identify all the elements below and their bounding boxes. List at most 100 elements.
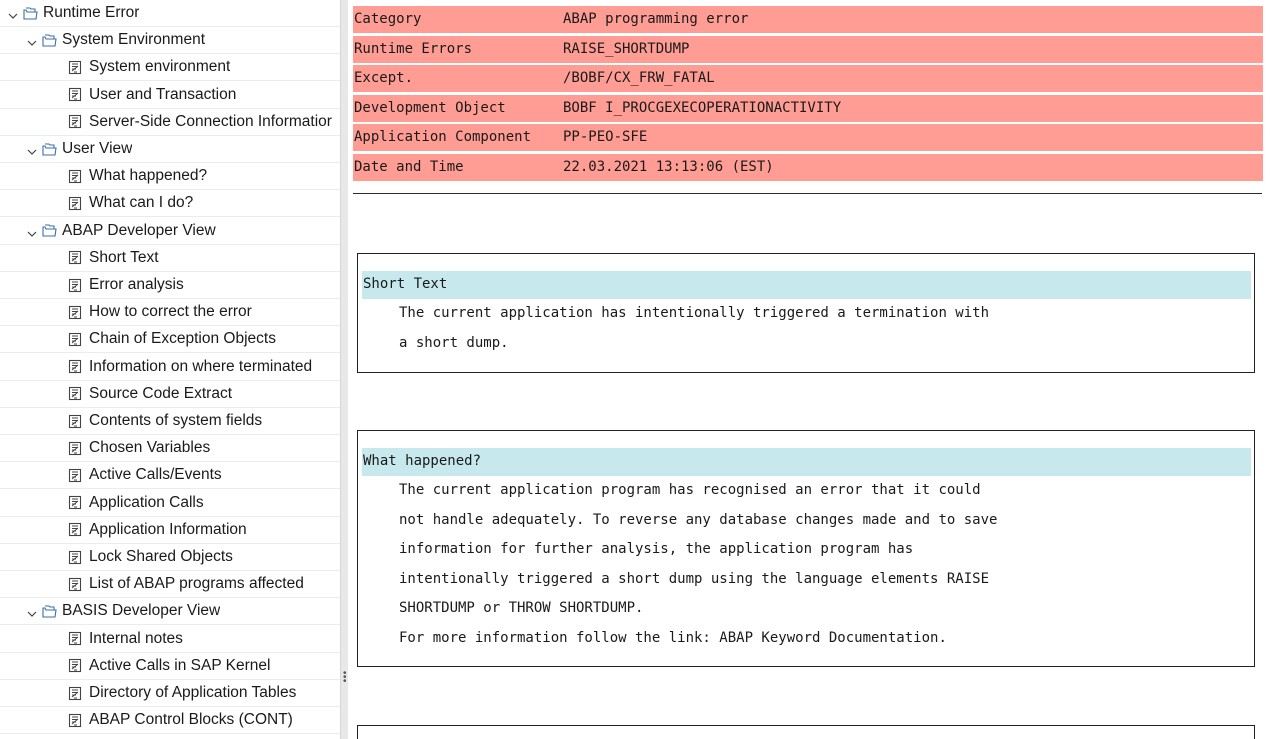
- section-box: Short Text The current application has in…: [357, 253, 1255, 373]
- document-icon: [68, 414, 82, 429]
- document-icon: [68, 386, 82, 401]
- tree-item-label: ABAP Control Blocks (CONT): [89, 711, 293, 729]
- header-value: BOBF I_PROCGEXECOPERATIONACTIVITY: [563, 99, 842, 116]
- tree-item-label: Application Information: [89, 520, 247, 538]
- pane-splitter[interactable]: • • •: [340, 0, 348, 739]
- chevron-down-icon[interactable]: [27, 144, 37, 155]
- header-key: Category: [354, 11, 422, 27]
- header-row: Date and Time 22.03.2021 13:13:06 (EST): [353, 153, 1263, 181]
- tree-item[interactable]: ABAP Control Blocks (CONT): [0, 707, 340, 735]
- document-icon: [68, 278, 82, 293]
- dump-content: Category ABAP programming error Runtime Er…: [348, 0, 1278, 739]
- header-key: Development Object: [354, 99, 506, 116]
- document-icon: [68, 60, 82, 75]
- document-icon: [68, 305, 82, 320]
- tree-item[interactable]: Internal notes: [0, 626, 340, 653]
- folder-open-icon: [42, 142, 57, 156]
- tree-item-label: Directory of Application Tables: [89, 684, 297, 701]
- tree-item-label: User and Transaction: [89, 85, 237, 103]
- tree-item-label: Short Text: [89, 248, 159, 266]
- section-title: What happened?: [363, 453, 482, 469]
- navigation-tree: Runtime Error System Environment System en…: [0, 0, 340, 739]
- tree-item[interactable]: Runtime Error: [0, 0, 340, 27]
- tree-item[interactable]: Error analysis: [0, 272, 340, 299]
- tree-item[interactable]: How to correct the error: [0, 299, 340, 327]
- document-icon: [68, 359, 82, 374]
- section-text-line: For more information follow the link: AB…: [399, 629, 947, 646]
- header-value: 22.03.2021 13:13:06 (EST): [563, 158, 774, 175]
- tree-item-label: BASIS Developer View: [62, 602, 221, 620]
- tree-item-label: Chosen Variables: [89, 439, 211, 457]
- header-value: PP-PEO-SFE: [563, 129, 648, 145]
- header-key: Except.: [354, 70, 414, 86]
- tree-item[interactable]: Source Code Extract: [0, 381, 340, 408]
- chevron-down-icon[interactable]: [8, 8, 18, 19]
- tree-item[interactable]: Chain of Exception Objects: [0, 326, 340, 354]
- tree-item[interactable]: ABAP Developer View: [0, 218, 340, 245]
- document-icon: [68, 577, 82, 592]
- document-icon: [68, 196, 82, 211]
- document-icon: [68, 713, 82, 728]
- tree-item[interactable]: Application Information: [0, 517, 340, 544]
- header-row: Runtime Errors RAISE_SHORTDUMP: [353, 35, 1263, 63]
- tree-item[interactable]: BASIS Developer View: [0, 598, 340, 626]
- tree-item[interactable]: System Environment: [0, 27, 340, 55]
- tree-item[interactable]: Application Calls: [0, 490, 340, 517]
- chevron-down-icon[interactable]: [27, 35, 37, 47]
- header-row: Application Component PP-PEO-SFE: [353, 124, 1263, 151]
- document-icon: [68, 468, 82, 483]
- folder-open-icon: [42, 34, 57, 47]
- tree-item-label: Active Calls/Events: [89, 466, 222, 484]
- document-icon: [68, 686, 82, 701]
- header-separator: [353, 193, 1262, 194]
- tree-item-label: Source Code Extract: [89, 384, 233, 402]
- document-icon: [68, 550, 82, 565]
- document-icon: [68, 441, 82, 456]
- folder-open-icon: [42, 224, 57, 237]
- header-value: RAISE_SHORTDUMP: [563, 40, 690, 57]
- tree-item[interactable]: Active Calls in SAP Kernel: [0, 653, 340, 680]
- tree-item[interactable]: Contents of system fields: [0, 408, 340, 435]
- tree-item[interactable]: Short Text: [0, 245, 340, 272]
- tree-item-label: ABAP Developer View: [62, 221, 216, 239]
- header-value: /BOBF/CX_FRW_FATAL: [563, 70, 715, 86]
- tree-item-label: Information on where terminated: [89, 357, 313, 375]
- header-key: Runtime Errors: [354, 40, 473, 57]
- chevron-down-icon[interactable]: [27, 606, 37, 618]
- tree-item[interactable]: System environment: [0, 54, 340, 82]
- document-icon: [68, 495, 82, 510]
- section-title-bar: What happened?: [362, 448, 1251, 476]
- tree-item[interactable]: Lock Shared Objects: [0, 544, 340, 571]
- section-text-line: SHORTDUMP or THROW SHORTDUMP.: [399, 600, 644, 616]
- header-row: Except. /BOBF/CX_FRW_FATAL: [353, 65, 1263, 92]
- section-title-bar: Short Text: [362, 271, 1251, 299]
- tree-item[interactable]: List of ABAP programs affected: [0, 571, 340, 599]
- tree-item[interactable]: User View: [0, 136, 340, 163]
- tree-item[interactable]: User and Transaction: [0, 82, 340, 109]
- tree-item-label: Runtime Error: [43, 4, 140, 21]
- tree-item[interactable]: What happened?: [0, 163, 340, 191]
- section-title: Short Text: [363, 276, 448, 292]
- folder-open-icon: [42, 605, 57, 618]
- folder-open-icon: [23, 6, 38, 20]
- tree-item-label: Active Calls in SAP Kernel: [89, 656, 271, 674]
- document-icon: [68, 658, 82, 673]
- tree-item-label: System environment: [89, 58, 231, 76]
- tree-item[interactable]: Directory of Application Tables: [0, 680, 340, 707]
- splitter-grip-icon[interactable]: • • •: [343, 669, 347, 687]
- tree-item-label: List of ABAP programs affected: [89, 575, 304, 593]
- header-row: Development Object BOBF I_PROCGEXECOPERAT…: [353, 94, 1263, 122]
- section-text-line: information for further analysis, the ap…: [399, 541, 914, 557]
- tree-item-label: Lock Shared Objects: [89, 548, 233, 565]
- tree-item-label: How to correct the error: [89, 303, 252, 321]
- section-box: What happened? The current application pr…: [357, 430, 1255, 667]
- tree-item[interactable]: Chosen Variables: [0, 435, 340, 463]
- tree-item[interactable]: Information on where terminated: [0, 354, 340, 381]
- document-icon: [68, 332, 82, 347]
- tree-item[interactable]: Active Calls/Events: [0, 462, 340, 490]
- tree-item[interactable]: What can I do?: [0, 190, 340, 218]
- section-text-line: intentionally triggered a short dump usi…: [399, 570, 990, 587]
- tree-item[interactable]: Server-Side Connection Informatior: [0, 109, 340, 136]
- chevron-down-icon[interactable]: [27, 226, 37, 237]
- tree-item-label: User View: [62, 140, 133, 157]
